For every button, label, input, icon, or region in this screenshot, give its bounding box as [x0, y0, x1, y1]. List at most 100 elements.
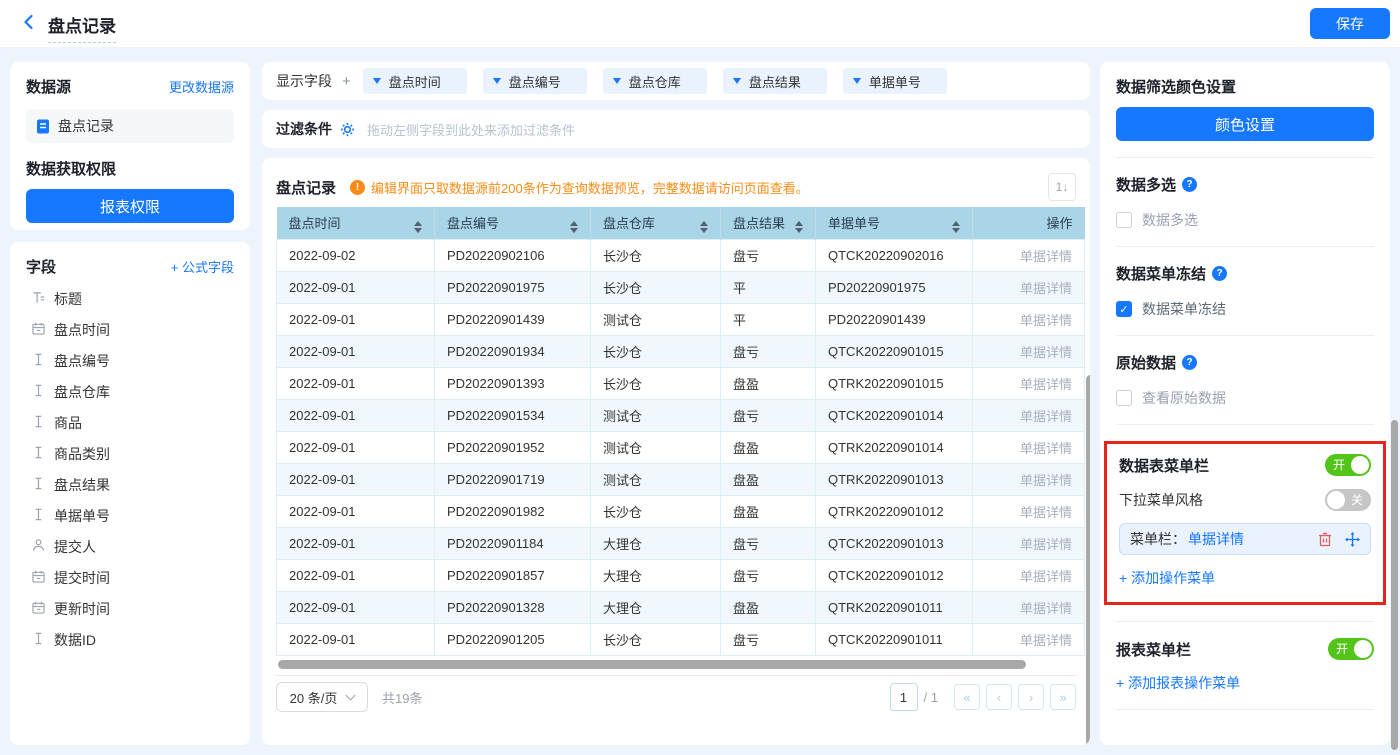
- field-item[interactable]: 提交人: [26, 531, 234, 562]
- add-action-menu-link[interactable]: + 添加操作菜单: [1119, 568, 1371, 588]
- report-menubar-title: 报表菜单栏: [1116, 639, 1191, 660]
- menu-freeze-checkbox-row[interactable]: ✓ 数据菜单冻结: [1116, 299, 1374, 319]
- report-permission-button[interactable]: 报表权限: [26, 189, 234, 223]
- table-cell: 2022-09-01: [277, 623, 435, 655]
- first-page-icon[interactable]: «: [954, 684, 980, 710]
- report-menubar-toggle[interactable]: 开: [1328, 638, 1374, 660]
- column-header[interactable]: 盘点编号: [435, 207, 591, 239]
- dropdown-style-toggle[interactable]: 关: [1325, 489, 1371, 511]
- row-action-link[interactable]: 单据详情: [973, 495, 1085, 527]
- add-report-action-link[interactable]: + 添加报表操作菜单: [1116, 673, 1374, 693]
- multi-select-checkbox-row[interactable]: 数据多选: [1116, 210, 1374, 230]
- gear-icon[interactable]: [340, 122, 355, 137]
- checkbox-checked[interactable]: ✓: [1116, 301, 1132, 317]
- page-vertical-scrollbar[interactable]: [1391, 420, 1398, 750]
- text-icon: [32, 508, 45, 524]
- table-cell: 长沙仓: [591, 623, 721, 655]
- menubar-item[interactable]: 菜单栏： 单据详情: [1119, 523, 1371, 555]
- checkbox-unchecked[interactable]: [1116, 390, 1132, 406]
- help-icon[interactable]: ?: [1212, 266, 1227, 281]
- column-header[interactable]: 单据单号: [816, 207, 973, 239]
- help-icon[interactable]: ?: [1182, 177, 1197, 192]
- table-vertical-scrollbar[interactable]: [1086, 375, 1090, 745]
- row-action-link[interactable]: 单据详情: [973, 463, 1085, 495]
- row-sort-tool-icon[interactable]: 1↓: [1048, 173, 1076, 201]
- display-field-chip[interactable]: 盘点时间: [363, 68, 467, 94]
- field-item[interactable]: 商品类别: [26, 438, 234, 469]
- calendar-icon: [32, 570, 45, 586]
- back-icon[interactable]: [20, 13, 40, 33]
- table-cell: PD20220901952: [435, 431, 591, 463]
- sort-icon[interactable]: [700, 221, 708, 233]
- sort-icon[interactable]: [570, 221, 578, 233]
- move-icon[interactable]: [1345, 532, 1360, 547]
- table-horizontal-scrollbar[interactable]: [278, 660, 1026, 669]
- table-cell: PD20220901975: [435, 271, 591, 303]
- row-action-link[interactable]: 单据详情: [973, 271, 1085, 303]
- row-action-link[interactable]: 单据详情: [973, 591, 1085, 623]
- menubar-item-value[interactable]: 单据详情: [1188, 529, 1244, 549]
- datasource-item[interactable]: 盘点记录: [26, 109, 234, 143]
- field-item[interactable]: 单据单号: [26, 500, 234, 531]
- table-cell: 2022-09-01: [277, 495, 435, 527]
- table-row: 2022-09-01PD20220901719测试仓盘盈QTRK20220901…: [277, 463, 1085, 495]
- row-action-link[interactable]: 单据详情: [973, 623, 1085, 655]
- column-header-action[interactable]: 操作: [973, 207, 1085, 239]
- row-action-link[interactable]: 单据详情: [973, 239, 1085, 271]
- row-action-link[interactable]: 单据详情: [973, 367, 1085, 399]
- field-item-label: 盘点仓库: [54, 382, 110, 402]
- row-action-link[interactable]: 单据详情: [973, 399, 1085, 431]
- row-action-link[interactable]: 单据详情: [973, 335, 1085, 367]
- field-item[interactable]: 标题: [26, 283, 234, 314]
- page-size-select[interactable]: 20 条/页: [276, 682, 368, 712]
- checkbox-unchecked[interactable]: [1116, 212, 1132, 228]
- page-title: 盘点记录: [48, 12, 116, 43]
- sort-icon[interactable]: [952, 221, 960, 233]
- table-cell: QTCK20220901012: [816, 559, 973, 591]
- display-field-chip[interactable]: 单据单号: [843, 68, 947, 94]
- table-cell: 测试仓: [591, 399, 721, 431]
- field-item[interactable]: 盘点结果: [26, 469, 234, 500]
- table-cell: QTCK20220902016: [816, 239, 973, 271]
- row-action-link[interactable]: 单据详情: [973, 559, 1085, 591]
- last-page-icon[interactable]: »: [1050, 684, 1076, 710]
- formula-field-link[interactable]: + 公式字段: [171, 257, 234, 276]
- row-action-link[interactable]: 单据详情: [973, 303, 1085, 335]
- help-icon[interactable]: ?: [1182, 355, 1197, 370]
- column-header[interactable]: 盘点仓库: [591, 207, 721, 239]
- table-cell: PD20220901439: [816, 303, 973, 335]
- save-button[interactable]: 保存: [1310, 8, 1390, 39]
- prev-page-icon[interactable]: ‹: [986, 684, 1012, 710]
- field-item[interactable]: 盘点时间: [26, 314, 234, 345]
- display-field-chip[interactable]: 盘点仓库: [603, 68, 707, 94]
- field-item[interactable]: 提交时间: [26, 562, 234, 593]
- row-action-link[interactable]: 单据详情: [973, 527, 1085, 559]
- data-table: 盘点时间盘点编号盘点仓库盘点结果单据单号操作 2022-09-02PD20220…: [276, 207, 1085, 656]
- field-item[interactable]: 数据ID: [26, 624, 234, 655]
- row-action-link[interactable]: 单据详情: [973, 431, 1085, 463]
- table-cell: PD20220901205: [435, 623, 591, 655]
- change-datasource-link[interactable]: 更改数据源: [169, 77, 234, 96]
- display-field-chip[interactable]: 盘点编号: [483, 68, 587, 94]
- filter-bar[interactable]: 过滤条件 拖动左侧字段到此处来添加过滤条件: [262, 110, 1090, 148]
- field-item[interactable]: 盘点编号: [26, 345, 234, 376]
- field-item[interactable]: 商品: [26, 407, 234, 438]
- field-item[interactable]: 盘点仓库: [26, 376, 234, 407]
- trash-icon[interactable]: [1318, 532, 1332, 547]
- sort-icon[interactable]: [414, 221, 422, 233]
- column-header[interactable]: 盘点结果: [721, 207, 816, 239]
- display-field-chip[interactable]: 盘点结果: [723, 68, 827, 94]
- table-cell: 大理仓: [591, 591, 721, 623]
- column-header[interactable]: 盘点时间: [277, 207, 435, 239]
- raw-data-checkbox-row[interactable]: 查看原始数据: [1116, 388, 1374, 408]
- table-cell: 长沙仓: [591, 367, 721, 399]
- field-item[interactable]: 更新时间: [26, 593, 234, 624]
- color-setting-button[interactable]: 颜色设置: [1116, 107, 1374, 141]
- page-number-input[interactable]: 1: [890, 683, 918, 711]
- add-display-field-icon[interactable]: +: [342, 73, 351, 90]
- table-panel: 盘点记录 ! 编辑界面只取数据源前200条作为查询数据预览，完整数据请访问页面查…: [262, 158, 1090, 745]
- next-page-icon[interactable]: ›: [1018, 684, 1044, 710]
- table-menubar-toggle[interactable]: 开: [1325, 454, 1371, 476]
- sort-icon[interactable]: [795, 221, 803, 233]
- text-icon: [32, 446, 45, 462]
